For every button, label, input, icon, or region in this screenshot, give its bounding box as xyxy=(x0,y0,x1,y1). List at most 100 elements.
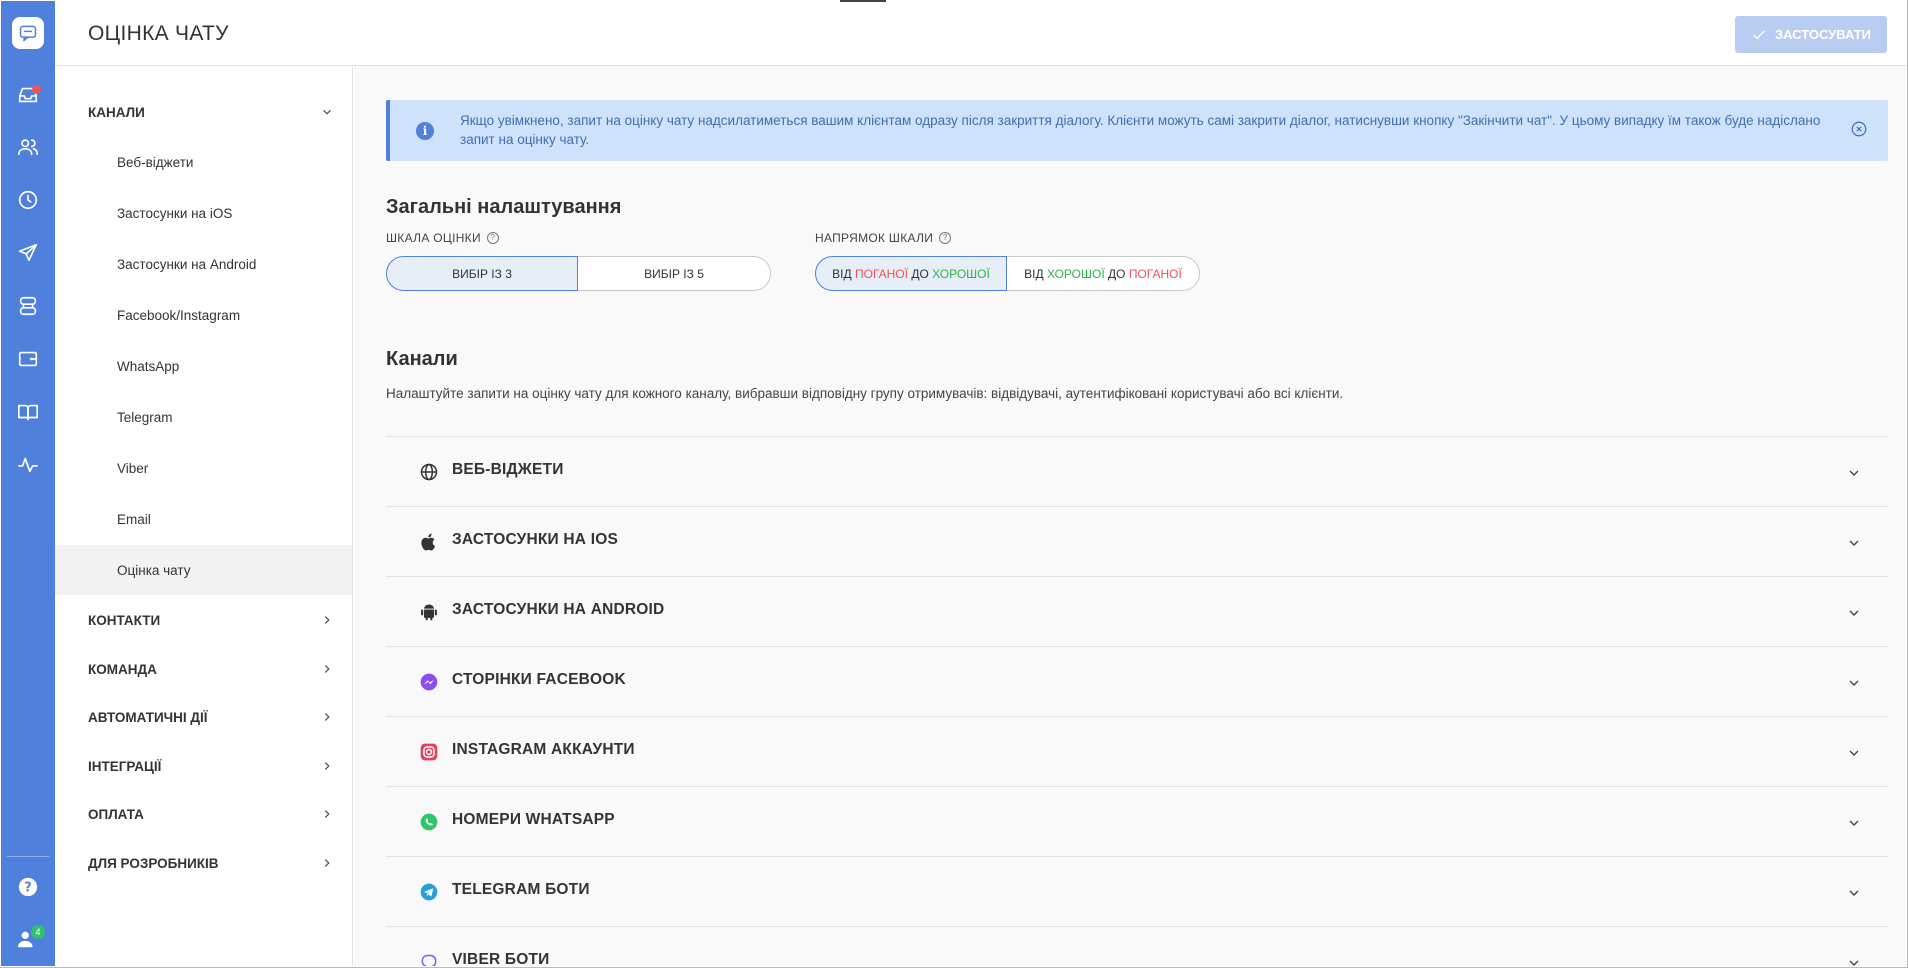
sidebar-item-web-widgets[interactable]: Веб-віджети xyxy=(55,137,352,187)
chevron-down-icon xyxy=(1846,885,1862,904)
info-icon: i xyxy=(416,122,434,140)
sidebar-item-ios-apps[interactable]: Застосунки на iOS xyxy=(55,188,352,238)
sidebar-item-whatsapp[interactable]: WhatsApp xyxy=(55,341,352,391)
sidebar-item-android-apps[interactable]: Застосунки на Android xyxy=(55,239,352,289)
rating-scale-label: ШКАЛА ОЦІНКИ ? xyxy=(386,231,499,245)
team-icon[interactable]: 4 xyxy=(1,919,55,959)
channel-label: TELEGRAM БОТИ xyxy=(452,881,590,898)
chevron-down-icon xyxy=(1846,815,1862,834)
scale-direction-label-text: НАПРЯМОК ШКАЛИ xyxy=(815,231,934,245)
sidebar-section-team[interactable]: КОМАНДА xyxy=(88,657,334,681)
rating-scale-label-text: ШКАЛА ОЦІНКИ xyxy=(386,231,481,245)
sidebar-item-viber[interactable]: Viber xyxy=(55,443,352,493)
channel-label: VIBER БОТИ xyxy=(452,951,550,966)
globe-icon xyxy=(418,461,440,483)
sidebar-section-integrations[interactable]: ІНТЕГРАЦІЇ xyxy=(88,754,334,778)
inbox-icon[interactable] xyxy=(1,75,55,115)
chevron-down-icon xyxy=(323,109,331,115)
viber-icon xyxy=(418,951,440,966)
sidebar-item-facebook-instagram[interactable]: Facebook/Instagram xyxy=(55,290,352,340)
sidebar-item-telegram[interactable]: Telegram xyxy=(55,392,352,442)
chat-logo-icon[interactable] xyxy=(1,13,55,53)
sidebar-section-label: ОПЛАТА xyxy=(88,806,144,822)
rail-divider xyxy=(7,856,49,857)
channel-row-viber[interactable]: VIBER БОТИ xyxy=(386,926,1888,966)
main-content: i Якщо увімкнено, запит на оцінку чату н… xyxy=(354,66,1908,966)
apple-icon xyxy=(418,531,440,553)
window-grip xyxy=(840,0,886,2)
channels-title: Канали xyxy=(386,348,458,370)
scale-option-3[interactable]: ВИБІР ІЗ 3 xyxy=(386,256,578,291)
channel-label: НОМЕРИ WHATSAPP xyxy=(452,811,615,828)
activity-icon[interactable] xyxy=(1,445,55,485)
chevron-right-icon xyxy=(324,665,330,673)
book-icon[interactable] xyxy=(1,392,55,432)
channel-row-android[interactable]: ЗАСТОСУНКИ НА ANDROID xyxy=(386,576,1888,646)
rating-scale-toggle: ВИБІР ІЗ 3 ВИБІР ІЗ 5 xyxy=(386,256,771,291)
help-icon[interactable]: ? xyxy=(1,867,55,907)
settings-sidebar: КАНАЛИ Веб-віджети Застосунки на iOS Зас… xyxy=(55,66,353,966)
database-icon[interactable] xyxy=(1,286,55,326)
wallet-icon[interactable] xyxy=(1,339,55,379)
channel-row-web-widgets[interactable]: ВЕБ-ВІДЖЕТИ xyxy=(386,436,1888,506)
sidebar-section-label: КОНТАКТИ xyxy=(88,612,161,628)
chevron-right-icon xyxy=(324,713,330,721)
sidebar-section-contacts[interactable]: КОНТАКТИ xyxy=(88,608,334,632)
close-icon[interactable] xyxy=(1850,120,1868,138)
direction-bad-to-good[interactable]: ВІД ПОГАНОЇ ДО ХОРОШОЇ xyxy=(815,256,1007,291)
sidebar-item-chat-rating[interactable]: Оцінка чату xyxy=(55,545,352,595)
svg-text:?: ? xyxy=(24,881,31,896)
channel-row-whatsapp[interactable]: НОМЕРИ WHATSAPP xyxy=(386,786,1888,856)
chevron-down-icon xyxy=(1846,605,1862,624)
scale-direction-label: НАПРЯМОК ШКАЛИ ? xyxy=(815,231,952,245)
apply-label: ЗАСТОСУВАТИ xyxy=(1774,27,1872,42)
general-settings-title: Загальні налаштування xyxy=(386,196,622,218)
channel-row-telegram[interactable]: TELEGRAM БОТИ xyxy=(386,856,1888,926)
send-icon[interactable] xyxy=(1,233,55,273)
channel-label: ЗАСТОСУНКИ НА IOS xyxy=(452,531,618,548)
chevron-right-icon xyxy=(324,859,330,867)
chevron-down-icon xyxy=(1846,535,1862,554)
messenger-icon xyxy=(418,671,440,693)
sidebar-section-label: ДЛЯ РОЗРОБНИКІВ xyxy=(88,855,219,871)
channel-label: СТОРІНКИ FACEBOOK xyxy=(452,671,626,688)
history-icon[interactable] xyxy=(1,180,55,220)
sidebar-section-label: КОМАНДА xyxy=(88,661,157,677)
channel-row-ios[interactable]: ЗАСТОСУНКИ НА IOS xyxy=(386,506,1888,576)
channel-label: INSTAGRAM АККАУНТИ xyxy=(452,741,635,758)
dir-from: ВІД xyxy=(832,266,852,281)
sidebar-section-automation[interactable]: АВТОМАТИЧНІ ДІЇ xyxy=(88,705,334,729)
team-badge: 4 xyxy=(31,925,45,939)
sidebar-section-billing[interactable]: ОПЛАТА xyxy=(88,802,334,826)
sidebar-section-label: ІНТЕГРАЦІЇ xyxy=(88,758,162,774)
chevron-right-icon xyxy=(324,616,330,624)
chevron-down-icon xyxy=(1846,745,1862,764)
sidebar-item-email[interactable]: Email xyxy=(55,494,352,544)
whatsapp-icon xyxy=(418,811,440,833)
contacts-icon[interactable] xyxy=(1,127,55,167)
chevron-down-icon xyxy=(1846,955,1862,966)
sidebar-section-channels[interactable]: КАНАЛИ xyxy=(88,100,334,124)
channel-label: ЗАСТОСУНКИ НА ANDROID xyxy=(452,601,665,618)
info-text: Якщо увімкнено, запит на оцінку чату над… xyxy=(460,113,1821,147)
info-banner: i Якщо увімкнено, запит на оцінку чату н… xyxy=(386,100,1888,161)
chevron-right-icon xyxy=(324,810,330,818)
telegram-icon xyxy=(418,881,440,903)
dir-to: ДО xyxy=(1108,266,1126,281)
channel-row-instagram[interactable]: INSTAGRAM АККАУНТИ xyxy=(386,716,1888,786)
channel-row-facebook[interactable]: СТОРІНКИ FACEBOOK xyxy=(386,646,1888,716)
chevron-down-icon xyxy=(1846,675,1862,694)
sidebar-section-label: КАНАЛИ xyxy=(88,104,145,120)
help-circle-icon[interactable]: ? xyxy=(486,232,499,244)
android-icon xyxy=(418,601,440,623)
chevron-right-icon xyxy=(324,762,330,770)
dir-bad: ПОГАНОЇ xyxy=(1128,266,1182,281)
unread-dot xyxy=(32,85,41,94)
help-circle-icon[interactable]: ? xyxy=(939,232,952,244)
sidebar-section-developers[interactable]: ДЛЯ РОЗРОБНИКІВ xyxy=(88,851,334,875)
channel-label: ВЕБ-ВІДЖЕТИ xyxy=(452,461,564,478)
direction-good-to-bad[interactable]: ВІД ХОРОШОЇ ДО ПОГАНОЇ xyxy=(1007,256,1200,291)
scale-option-5[interactable]: ВИБІР ІЗ 5 xyxy=(578,256,771,291)
app-rail: ? 4 xyxy=(1,1,55,966)
apply-button[interactable]: ЗАСТОСУВАТИ xyxy=(1735,16,1887,53)
